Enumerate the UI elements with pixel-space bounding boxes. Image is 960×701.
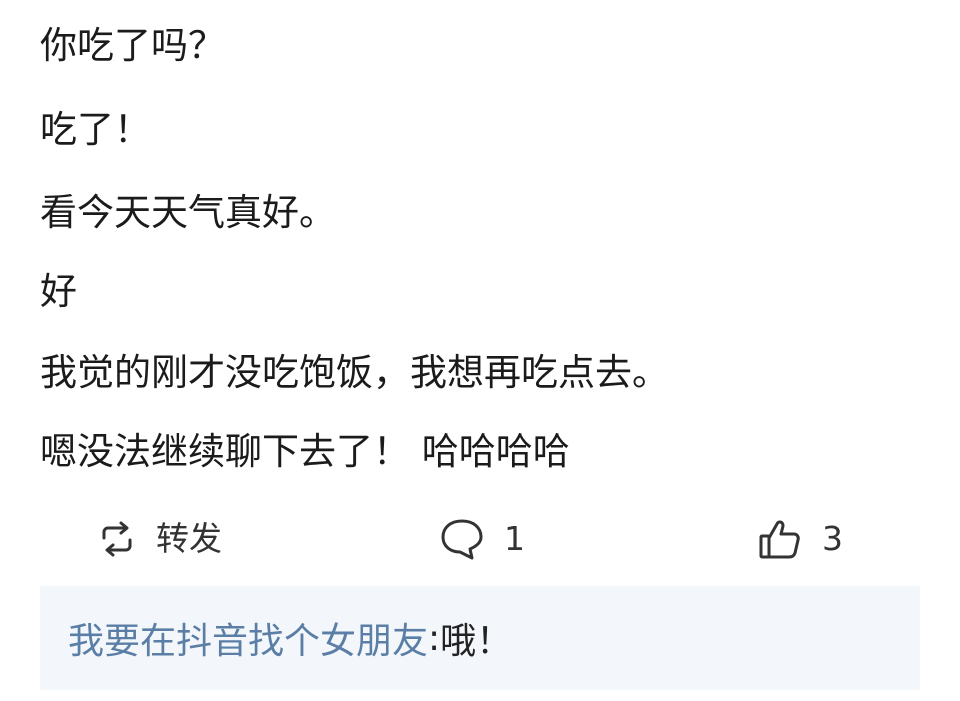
repost-button[interactable]: 转发 xyxy=(96,512,222,566)
comment-icon xyxy=(438,516,486,562)
reply-separator: : xyxy=(428,617,441,659)
comment-button[interactable]: 1 xyxy=(438,512,525,566)
post-text-line: 吃了！ xyxy=(40,108,151,151)
thumbs-up-icon xyxy=(756,516,804,562)
comment-count: 1 xyxy=(504,519,525,558)
post-text-line: 好 xyxy=(40,270,77,313)
post-text-line: 你吃了吗？ xyxy=(40,24,225,67)
reply-preview[interactable]: 我要在抖音找个女朋友 : 哦！ xyxy=(40,586,920,690)
post-text-line: 我觉的刚才没吃饱饭，我想再吃点去。 xyxy=(40,351,669,394)
like-count: 3 xyxy=(822,519,843,558)
like-button[interactable]: 3 xyxy=(756,512,843,566)
reply-username[interactable]: 我要在抖音找个女朋友 xyxy=(68,612,428,664)
post-text-line: 看今天天气真好。 xyxy=(40,191,336,234)
reply-text: 哦！ xyxy=(440,621,513,662)
repost-icon xyxy=(96,518,138,560)
repost-label: 转发 xyxy=(156,519,222,558)
post-text-line: 嗯没法继续聊下去了！ 哈哈哈哈 xyxy=(40,430,570,473)
